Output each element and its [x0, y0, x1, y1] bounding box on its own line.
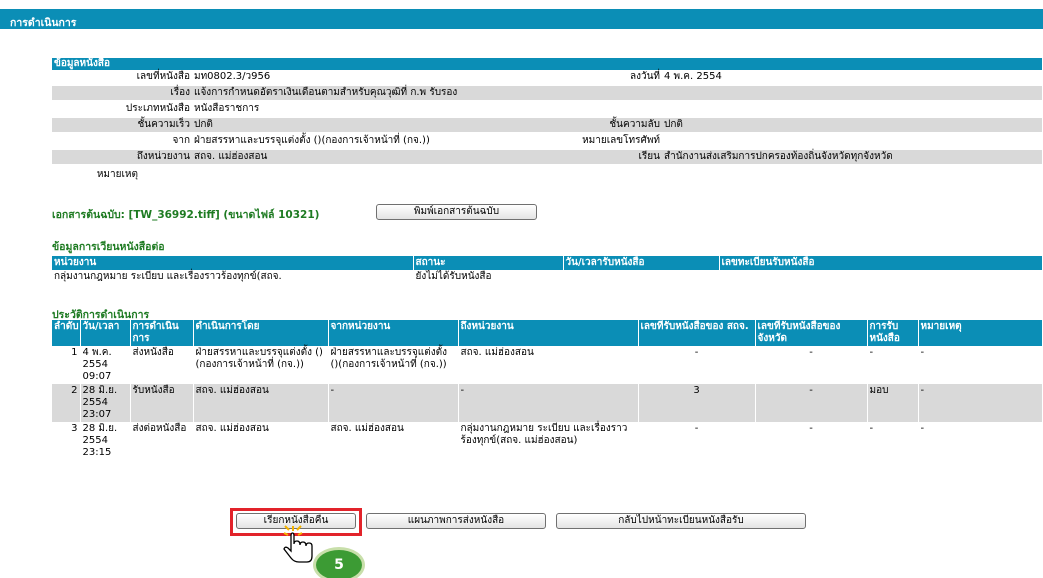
history-cell: 3 — [638, 384, 756, 422]
history-cell: - — [755, 346, 868, 384]
doc-from-label: จาก — [172, 135, 190, 146]
history-cell: สถจ. แม่ฮ่องสอน — [193, 384, 329, 422]
history-cell: สถจ. แม่ฮ่องสอน — [193, 422, 329, 460]
back-to-register-button[interactable]: กลับไปหน้าทะเบียนหนังสือรับ — [556, 513, 806, 529]
history-cell: - — [638, 346, 756, 384]
history-header-cell: จากหน่วยงาน — [328, 320, 459, 346]
page-header: การดำเนินการ — [0, 9, 1043, 29]
history-cell: 2 — [52, 384, 81, 422]
routing-header-cell: เลขทะเบียนรับหนังสือ — [719, 256, 1043, 270]
doc-type-row: ประเภทหนังสือ หนังสือราชการ — [52, 102, 1042, 116]
history-cell: 28 มิ.ย. 2554 23:07 — [80, 384, 131, 422]
doc-secrecy-label: ชั้นความลับ — [609, 119, 660, 130]
history-row: 3 28 มิ.ย. 2554 23:15 ส่งต่อหนังสือ สถจ. แม… — [52, 422, 1043, 460]
history-cell: ส่งหนังสือ — [130, 346, 194, 384]
history-cell: 28 มิ.ย. 2554 23:15 — [80, 422, 131, 460]
doc-number-value: มท0802.3/ว956 — [194, 71, 271, 82]
history-cell: - — [755, 422, 868, 460]
routing-cell — [563, 270, 720, 284]
routing-cell — [719, 270, 1043, 284]
doc-to-row: ถึงหน่วยงาน สถจ. แม่ฮ่องสอน เรียน สำนักง… — [52, 150, 1042, 164]
doc-info-title: ข้อมูลหนังสือ — [54, 58, 110, 69]
routing-header-cell: วัน/เวลารับหนังสือ — [563, 256, 720, 270]
history-header-cell: ถึงหน่วยงาน — [458, 320, 639, 346]
history-cell: ฝ่ายสรรหาและบรรจุแต่งตั้ง ()(กองการเจ้าห… — [328, 346, 459, 384]
route-map-button[interactable]: แผนภาพการส่งหนังสือ — [366, 513, 546, 529]
history-header-cell: ดำเนินการโดย — [193, 320, 329, 346]
doc-phone-label: หมายเลขโทรศัพท์ — [582, 135, 660, 146]
history-cell: รับหนังสือ — [130, 384, 194, 422]
history-header-cell: เลขที่รับหนังสือของจังหวัด — [755, 320, 868, 346]
history-cell: - — [867, 422, 919, 460]
history-header-cell: การดำเนินการ — [130, 320, 194, 346]
history-header-cell: วัน/เวลา — [80, 320, 131, 346]
history-cell: 1 — [52, 346, 81, 384]
doc-type-label: ประเภทหนังสือ — [125, 103, 190, 114]
history-cell: - — [755, 384, 868, 422]
routing-cell: ยังไม่ได้รับหนังสือ — [413, 270, 564, 284]
history-cell: - — [918, 384, 1043, 422]
history-cell: 4 พ.ค. 2554 09:07 — [80, 346, 131, 384]
history-cell: กลุ่มงานกฎหมาย ระเบียบ และเรื่องราวร้องท… — [458, 422, 639, 460]
doc-info-header: ข้อมูลหนังสือ — [52, 58, 1042, 70]
history-header-cell: ลำดับ — [52, 320, 81, 346]
routing-cell: กลุ่มงานกฎหมาย ระเบียบ และเรื่องราวร้องท… — [52, 270, 414, 284]
routing-table: หน่วยงาน สถานะ วัน/เวลารับหนังสือ เลขทะเบีย… — [52, 256, 1043, 284]
history-cell: สถจ. แม่ฮ่องสอน — [328, 422, 459, 460]
history-row: 14 พ.ค. 2554 09:07 ส่งหนังสือ ฝ่ายสรรหาและ… — [52, 346, 1043, 384]
routing-row: กลุ่มงานกฎหมาย ระเบียบ และเรื่องราวร้องท… — [52, 270, 1043, 284]
doc-note-row: หมายเหตุ — [52, 168, 1042, 182]
doc-note-label: หมายเหตุ — [96, 169, 138, 180]
doc-attn-label: เรียน — [638, 151, 660, 162]
doc-attn-value: สำนักงานส่งเสริมการปกครองท้องถิ่นจังหวัด… — [664, 151, 893, 162]
doc-subject-row: เรื่อง แจ้งการกำหนดอัตราเงินเดือนตามสำหร… — [52, 86, 1042, 100]
history-cell: 3 — [52, 422, 81, 460]
history-cell: - — [867, 346, 919, 384]
original-doc-link[interactable]: เอกสารต้นฉบับ: [TW_36992.tiff] (ขนาดไฟล์… — [52, 206, 319, 223]
step-badge: 5 — [313, 547, 365, 578]
history-cell: มอบ — [867, 384, 919, 422]
doc-subject-value: แจ้งการกำหนดอัตราเงินเดือนตามสำหรับคุณวุ… — [194, 87, 458, 98]
routing-header-cell: สถานะ — [413, 256, 564, 270]
history-header-cell: การรับหนังสือ — [867, 320, 919, 346]
doc-urgency-label: ชั้นความเร็ว — [137, 119, 190, 130]
history-header-cell: เลขที่รับหนังสือของ สถจ. — [638, 320, 756, 346]
history-cell: - — [918, 346, 1043, 384]
doc-number-row: เลขที่หนังสือ มท0802.3/ว956 ลงวันที่ 4 พ… — [52, 70, 1042, 84]
doc-class-row: ชั้นความเร็ว ปกติ ชั้นความลับ ปกติ — [52, 118, 1042, 132]
doc-secrecy-value: ปกติ — [664, 119, 683, 130]
doc-date-value: 4 พ.ค. 2554 — [664, 71, 722, 82]
page-title: การดำเนินการ — [10, 17, 77, 29]
doc-from-row: จาก ฝ่ายสรรหาและบรรจุแต่งตั้ง ()(กองการเ… — [52, 134, 1042, 148]
doc-subject-label: เรื่อง — [170, 87, 190, 98]
history-cell: ส่งต่อหนังสือ — [130, 422, 194, 460]
history-header-cell: หมายเหตุ — [918, 320, 1043, 346]
history-cell: - — [638, 422, 756, 460]
history-cell: ฝ่ายสรรหาและบรรจุแต่งตั้ง ()(กองการเจ้าห… — [193, 346, 329, 384]
doc-number-label: เลขที่หนังสือ — [136, 71, 190, 82]
doc-to-label: ถึงหน่วยงาน — [136, 151, 190, 162]
routing-header-cell: หน่วยงาน — [52, 256, 414, 270]
doc-date-label: ลงวันที่ — [629, 71, 660, 82]
history-cell: สถจ. แม่ฮ่องสอน — [458, 346, 639, 384]
history-cell: - — [328, 384, 459, 422]
routing-title: ข้อมูลการเวียนหนังสือต่อ — [52, 241, 165, 253]
history-row: 2 28 มิ.ย. 2554 23:07 รับหนังสือ สถจ. แม่ฮ่… — [52, 384, 1043, 422]
history-cell: - — [918, 422, 1043, 460]
doc-to-value: สถจ. แม่ฮ่องสอน — [194, 151, 268, 162]
doc-urgency-value: ปกติ — [194, 119, 213, 130]
history-cell: - — [458, 384, 639, 422]
doc-from-value: ฝ่ายสรรหาและบรรจุแต่งตั้ง ()(กองการเจ้าห… — [194, 135, 430, 146]
history-table: ลำดับ วัน/เวลา การดำเนินการ ดำเนินการโดย จาก… — [52, 320, 1043, 460]
print-original-button[interactable]: พิมพ์เอกสารต้นฉบับ — [376, 204, 537, 220]
doc-type-value: หนังสือราชการ — [194, 103, 260, 114]
